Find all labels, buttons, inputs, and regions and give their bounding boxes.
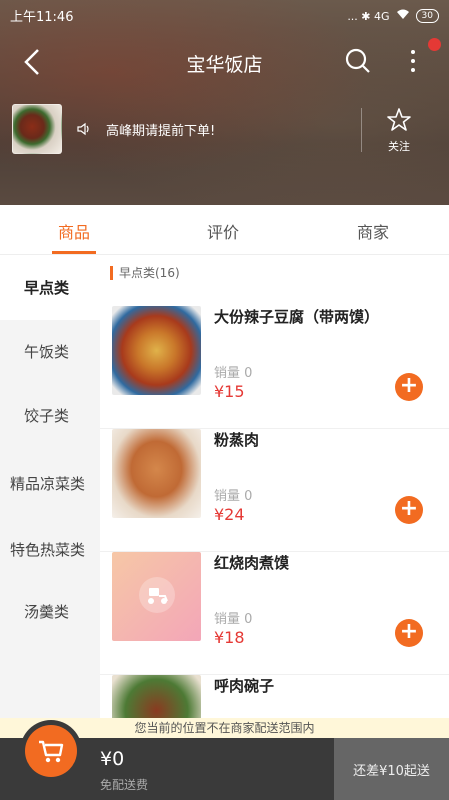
category-item[interactable]: 汤羹类 (0, 580, 100, 644)
category-item[interactable]: 特色热菜类 (0, 518, 90, 582)
product-image (112, 675, 201, 718)
product-sales: 销量 0 (214, 612, 253, 627)
battery-indicator: 30 (415, 9, 439, 23)
product-sales: 销量 0 (214, 489, 253, 504)
product-image (112, 429, 201, 518)
cart-total: ¥0 (100, 748, 125, 770)
tab-products[interactable]: 商品 (58, 219, 90, 243)
search-icon[interactable] (343, 46, 373, 76)
shop-title: 宝华饭店 (186, 54, 263, 76)
tab-reviews[interactable]: 评价 (207, 219, 239, 243)
category-item[interactable]: 饺子类 (0, 384, 100, 448)
status-time: 上午11:46 (10, 10, 74, 25)
add-to-cart-button[interactable]: + (395, 619, 423, 647)
wifi-icon (396, 9, 410, 23)
status-bar: 上午11:46 ... ✱ 4G 30 (10, 6, 439, 26)
tab-merchant[interactable]: 商家 (357, 219, 389, 243)
shop-notice: 高峰期请提前下单! (106, 124, 216, 139)
product-name: 大份辣子豆腐（带两馍） (214, 308, 380, 326)
status-indicators: ... ✱ 4G 30 (347, 6, 439, 26)
more-vertical-icon[interactable] (403, 44, 423, 78)
add-to-cart-button[interactable]: + (395, 373, 423, 401)
notification-dot (428, 38, 441, 51)
follow-divider (361, 108, 362, 152)
cart-button[interactable] (20, 720, 82, 782)
nav-bar: 宝华饭店 (0, 40, 449, 84)
category-item[interactable]: 精品凉菜类 (0, 452, 90, 516)
shop-header: 上午11:46 ... ✱ 4G 30 宝华饭店 高峰期请提前下单! 关注 (0, 0, 449, 205)
product-list: 早点类(16) 大份辣子豆腐（带两馍） 销量 0 ¥15 + 粉蒸肉 销量 0 … (100, 256, 449, 718)
follow-button[interactable]: 关注 (378, 106, 420, 154)
product-name: 呼肉碗子 (214, 677, 275, 695)
section-title: 早点类(16) (110, 266, 180, 280)
tab-bar: 商品 评价 商家 (0, 205, 449, 255)
category-item[interactable]: 早点类 (0, 256, 100, 320)
add-to-cart-button[interactable]: + (395, 496, 423, 524)
shop-logo-image (12, 104, 62, 154)
product-image-placeholder (112, 552, 201, 641)
product-item[interactable]: 大份辣子豆腐（带两馍） 销量 0 ¥15 + (100, 306, 449, 429)
active-tab-indicator (52, 251, 96, 254)
category-item[interactable]: 午饭类 (0, 320, 100, 384)
follow-label: 关注 (388, 140, 410, 153)
product-price: ¥24 (214, 505, 245, 524)
product-item[interactable]: 呼肉碗子 (100, 675, 449, 718)
product-name: 红烧肉煮馍 (214, 554, 290, 572)
signal-indicators: ... ✱ 4G (347, 9, 390, 23)
product-name: 粉蒸肉 (214, 431, 260, 449)
product-price: ¥18 (214, 628, 245, 647)
checkout-button[interactable]: 还差¥10起送 (334, 738, 449, 800)
cart-icon (25, 725, 77, 777)
star-icon (385, 108, 413, 138)
product-image (112, 306, 201, 395)
product-item[interactable]: 红烧肉煮馍 销量 0 ¥18 + (100, 552, 449, 675)
speaker-icon (76, 121, 92, 137)
scooter-icon (137, 575, 177, 619)
product-sales: 销量 0 (214, 366, 253, 381)
product-price: ¥15 (214, 382, 245, 401)
delivery-fee: 免配送费 (100, 778, 149, 792)
category-sidebar: 早点类 午饭类 饺子类 精品凉菜类 特色热菜类 汤羹类 (0, 256, 100, 718)
product-item[interactable]: 粉蒸肉 销量 0 ¥24 + (100, 429, 449, 552)
